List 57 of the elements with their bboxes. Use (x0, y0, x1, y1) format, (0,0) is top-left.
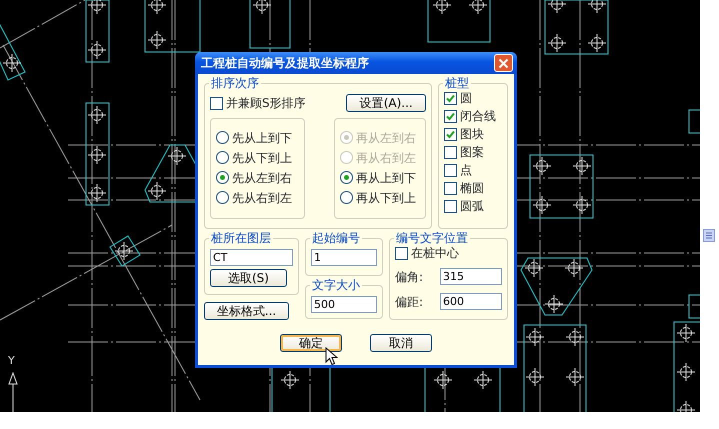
checkbox-label: 在桩中心 (411, 246, 459, 260)
text-field[interactable]: 600 (440, 293, 502, 310)
text-field[interactable]: CT (210, 249, 293, 266)
text-field[interactable]: 500 (311, 296, 377, 313)
group-label: 文字大小 (311, 279, 361, 291)
checkbox-label: 图块 (460, 127, 484, 141)
checkbox-label: 闭合线 (460, 109, 496, 123)
radio-button[interactable] (340, 171, 354, 184)
close-button[interactable] (494, 54, 513, 72)
ok-button[interactable]: 确定 (280, 334, 342, 352)
radio-button[interactable] (216, 131, 229, 144)
checkbox-label: 椭圆 (460, 181, 484, 195)
group-label: 编号文字位置 (395, 232, 469, 244)
checkbox[interactable] (444, 182, 458, 194)
coord-format-button[interactable]: 坐标格式... (204, 302, 289, 320)
radio-label: 先从左到右 (232, 170, 292, 184)
checkbox-label: 图案 (460, 145, 484, 159)
checkbox[interactable] (210, 96, 223, 110)
checkbox[interactable] (444, 200, 458, 212)
radio-label: 再从右到左 (356, 150, 416, 164)
text-field[interactable]: 315 (440, 268, 502, 285)
radio-button[interactable] (340, 191, 354, 204)
checkbox[interactable] (444, 128, 458, 140)
cursor-icon (325, 347, 338, 366)
radio-button[interactable] (216, 191, 229, 204)
field-label: 偏角: (395, 270, 424, 284)
close-icon (498, 58, 509, 68)
settings-button[interactable]: 设置(A)... (346, 94, 426, 112)
radio-label: 再从左到右 (356, 130, 416, 144)
radio-label: 再从上到下 (356, 170, 416, 184)
window-title: 工程桩自动编号及提取坐标程序 (201, 55, 369, 72)
radio-button[interactable] (216, 171, 229, 184)
cancel-button[interactable]: 取消 (370, 334, 432, 352)
radio-label: 再从下到上 (356, 190, 416, 204)
group-label: 桩型 (444, 77, 470, 89)
checkbox[interactable] (444, 164, 458, 176)
document-icon[interactable] (703, 229, 715, 242)
checkbox[interactable] (444, 92, 458, 104)
checkbox[interactable] (444, 110, 458, 122)
radio-label: 先从上到下 (232, 130, 292, 144)
axis-arrow-icon (8, 372, 18, 412)
axis-label: Y (8, 355, 15, 367)
radio-label: 先从右到左 (232, 190, 292, 204)
checkbox-label: 点 (460, 163, 472, 177)
text-field[interactable]: 1 (311, 249, 377, 266)
group-label: 起始编号 (311, 232, 361, 244)
checkbox-label: 圆 (460, 91, 472, 105)
pick-button[interactable]: 选取(S) (210, 269, 287, 287)
checkbox[interactable] (444, 146, 458, 158)
group-label: 桩所在图层 (210, 232, 272, 244)
group-label: 排序次序 (210, 77, 260, 89)
checkbox-label: 并兼顾S形排序 (226, 96, 306, 110)
checkbox[interactable] (395, 246, 408, 260)
radio-button[interactable] (216, 151, 229, 164)
radio-label: 先从下到上 (232, 150, 292, 164)
field-label: 偏距: (395, 294, 424, 308)
checkbox-label: 圆弧 (460, 199, 484, 213)
